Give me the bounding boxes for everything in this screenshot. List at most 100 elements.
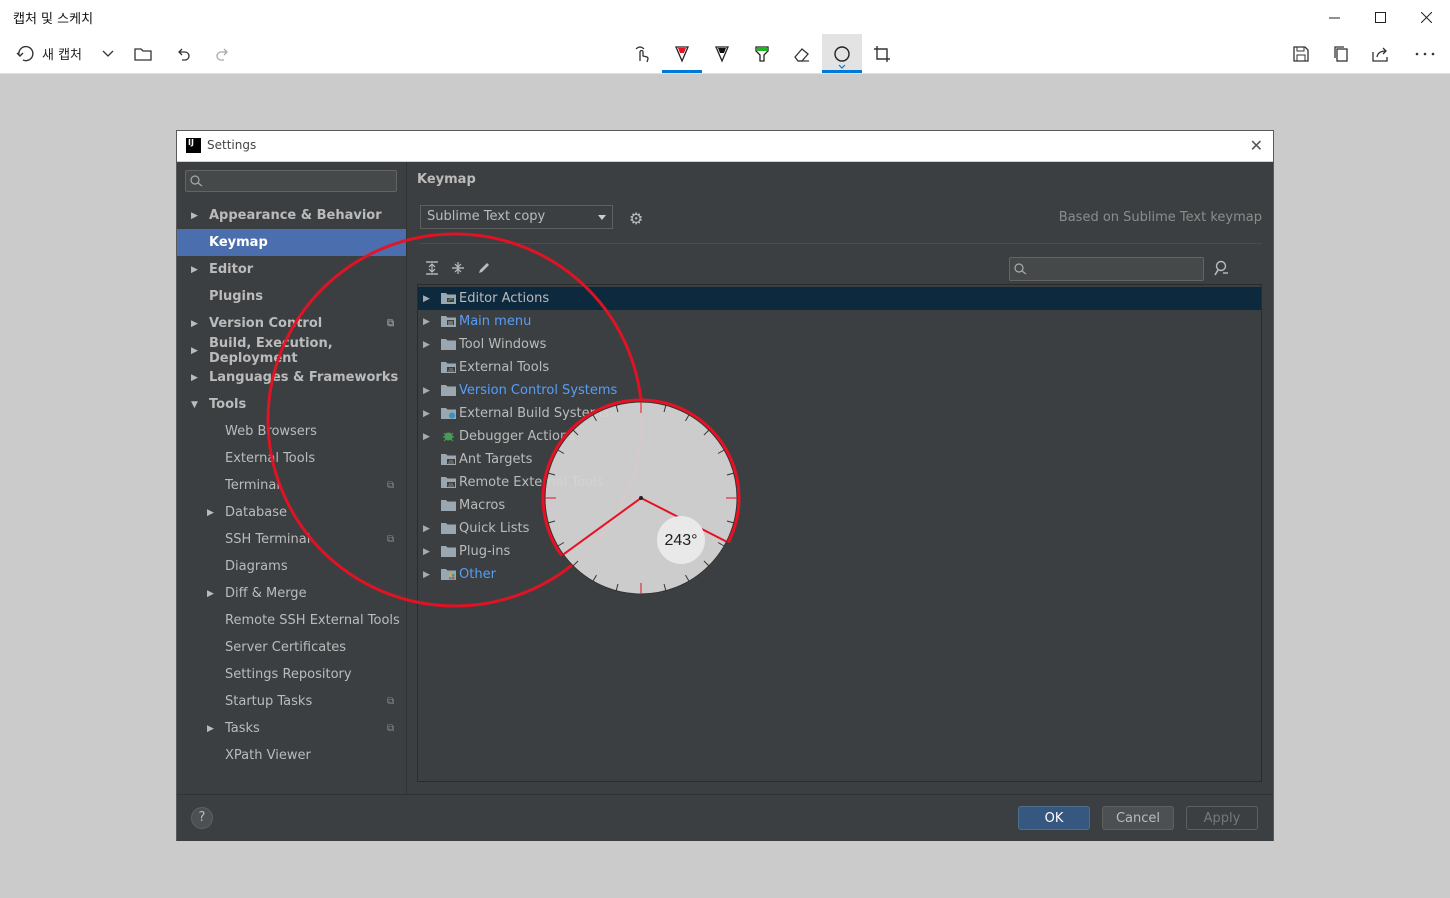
minimize-icon[interactable]: [1311, 0, 1357, 34]
copy-icon: [1334, 45, 1348, 62]
sidebar-item-label: Keymap: [209, 235, 268, 250]
edit-icon[interactable]: [477, 261, 491, 279]
settings-dialog: IJ Settings ✕ ▶ Appearance & Behavior Keym…: [176, 130, 1274, 841]
apply-button[interactable]: Apply: [1186, 806, 1258, 830]
sidebar-item[interactable]: ▶ Tasks ⧉: [177, 715, 406, 742]
more-icon: [1415, 52, 1435, 55]
chevron-right-icon[interactable]: ▶: [207, 508, 214, 518]
collapse-all-icon[interactable]: [451, 261, 465, 279]
window-title-bar: 캡처 및 스케치: [0, 0, 1450, 34]
sidebar-item[interactable]: Settings Repository: [177, 661, 406, 688]
sidebar-item[interactable]: SSH Terminal ⧉: [177, 526, 406, 553]
chevron-right-icon[interactable]: ▶: [191, 373, 198, 383]
sidebar-item[interactable]: ▶ Database: [177, 499, 406, 526]
tree-node-label: Editor Actions: [459, 291, 550, 306]
tree-node[interactable]: ▶ Debugger Actions: [418, 425, 1261, 448]
sidebar-item[interactable]: ▶ Languages & Frameworks: [177, 364, 406, 391]
chevron-right-icon[interactable]: ▶: [207, 589, 214, 599]
tree-node[interactable]: Remote External Tools: [418, 471, 1261, 494]
dialog-close-icon[interactable]: ✕: [1250, 136, 1263, 155]
settings-search-input[interactable]: [185, 170, 397, 192]
sidebar-item-label: Languages & Frameworks: [209, 370, 399, 385]
settings-sidebar: ▶ Appearance & Behavior Keymap ▶ Editor Plugi…: [177, 162, 407, 794]
sidebar-item[interactable]: XPath Viewer: [177, 742, 406, 769]
chevron-right-icon[interactable]: ▶: [191, 211, 198, 221]
sidebar-item[interactable]: ▶ Diff & Merge: [177, 580, 406, 607]
copy-button[interactable]: [1326, 34, 1356, 73]
chevron-right-icon[interactable]: ▶: [423, 294, 430, 304]
sidebar-item[interactable]: Remote SSH External Tools: [177, 607, 406, 634]
sidebar-item[interactable]: ▶ Version Control ⧉: [177, 310, 406, 337]
touch-writing-button[interactable]: [627, 34, 657, 73]
chevron-right-icon[interactable]: ▶: [191, 346, 198, 356]
protractor-button[interactable]: [822, 34, 862, 73]
chevron-right-icon[interactable]: ▶: [423, 432, 430, 442]
maximize-icon[interactable]: [1357, 0, 1403, 34]
sidebar-item[interactable]: Plugins: [177, 283, 406, 310]
tree-node[interactable]: ▶ Editor Actions: [418, 287, 1261, 310]
cancel-button[interactable]: Cancel: [1102, 806, 1174, 830]
tree-node[interactable]: External Tools: [418, 356, 1261, 379]
ok-button[interactable]: OK: [1018, 806, 1090, 830]
more-options-button[interactable]: [1408, 34, 1442, 73]
tree-node[interactable]: Ant Targets: [418, 448, 1261, 471]
keymap-select[interactable]: Sublime Text copy: [420, 205, 613, 229]
chevron-right-icon[interactable]: ▶: [423, 317, 430, 327]
ballpoint-pen-button[interactable]: [662, 34, 702, 73]
sidebar-item[interactable]: Keymap: [177, 229, 406, 256]
sidebar-item[interactable]: ▶ Build, Execution, Deployment: [177, 336, 406, 366]
tree-node[interactable]: ▶ Other: [418, 563, 1261, 586]
save-button[interactable]: [1286, 34, 1316, 73]
tree-node[interactable]: ▶ Tool Windows: [418, 333, 1261, 356]
action-search-input[interactable]: [1009, 257, 1204, 281]
chevron-right-icon[interactable]: ▶: [423, 386, 430, 396]
chevron-right-icon[interactable]: ▶: [423, 547, 430, 557]
keymap-action-tree[interactable]: ▶ Editor Actions ▶ Main menu ▶ Tool Windows Ex…: [417, 284, 1262, 782]
sidebar-item[interactable]: Startup Tasks ⧉: [177, 688, 406, 715]
capture-mode-dropdown[interactable]: [96, 34, 120, 73]
find-by-shortcut-icon[interactable]: [1213, 260, 1229, 280]
tree-node[interactable]: ▶ Version Control Systems: [418, 379, 1261, 402]
tree-node[interactable]: ▶ Quick Lists: [418, 517, 1261, 540]
chevron-right-icon[interactable]: ▶: [423, 340, 430, 350]
ballpoint-underline: [662, 70, 702, 73]
sidebar-item[interactable]: ▶ Editor: [177, 256, 406, 283]
redo-button[interactable]: [208, 34, 238, 73]
project-settings-icon: ⧉: [387, 480, 395, 491]
pencil-button[interactable]: [707, 34, 737, 73]
chevron-right-icon[interactable]: ▶: [207, 724, 214, 734]
open-file-button[interactable]: [128, 34, 158, 73]
sidebar-item[interactable]: Web Browsers: [177, 418, 406, 445]
chevron-right-icon[interactable]: ▶: [423, 409, 430, 419]
highlighter-button[interactable]: [747, 34, 777, 73]
close-icon[interactable]: [1403, 0, 1449, 34]
share-button[interactable]: [1366, 34, 1396, 73]
tree-node[interactable]: ▶ Main menu: [418, 310, 1261, 333]
chevron-right-icon[interactable]: ▶: [423, 524, 430, 534]
save-icon: [1293, 45, 1309, 62]
eraser-button[interactable]: [787, 34, 817, 73]
folder-icon: [441, 339, 456, 350]
chevron-right-icon[interactable]: ▶: [423, 570, 430, 580]
sidebar-item[interactable]: Terminal ⧉: [177, 472, 406, 499]
tree-node[interactable]: ▶ External Build Systems: [418, 402, 1261, 425]
search-icon: [1014, 263, 1027, 275]
help-button[interactable]: ?: [191, 807, 213, 829]
expand-all-icon[interactable]: [425, 261, 439, 279]
chevron-right-icon[interactable]: ▶: [191, 265, 198, 275]
new-capture-button[interactable]: 새 캡처: [8, 34, 90, 73]
undo-button[interactable]: [168, 34, 198, 73]
chevron-right-icon[interactable]: ▶: [191, 319, 198, 329]
sidebar-item-label: Web Browsers: [225, 424, 317, 439]
sidebar-item[interactable]: Server Certificates: [177, 634, 406, 661]
crop-button[interactable]: [867, 34, 897, 73]
sidebar-item[interactable]: ▼ Tools: [177, 391, 406, 418]
search-icon: [190, 175, 203, 187]
gear-icon[interactable]: ⚙: [629, 209, 643, 228]
chevron-down-icon[interactable]: ▼: [191, 400, 198, 410]
tree-node[interactable]: ▶ Plug-ins: [418, 540, 1261, 563]
sidebar-item[interactable]: Diagrams: [177, 553, 406, 580]
sidebar-item[interactable]: ▶ Appearance & Behavior: [177, 202, 406, 229]
sidebar-item[interactable]: External Tools: [177, 445, 406, 472]
tree-node[interactable]: Macros: [418, 494, 1261, 517]
